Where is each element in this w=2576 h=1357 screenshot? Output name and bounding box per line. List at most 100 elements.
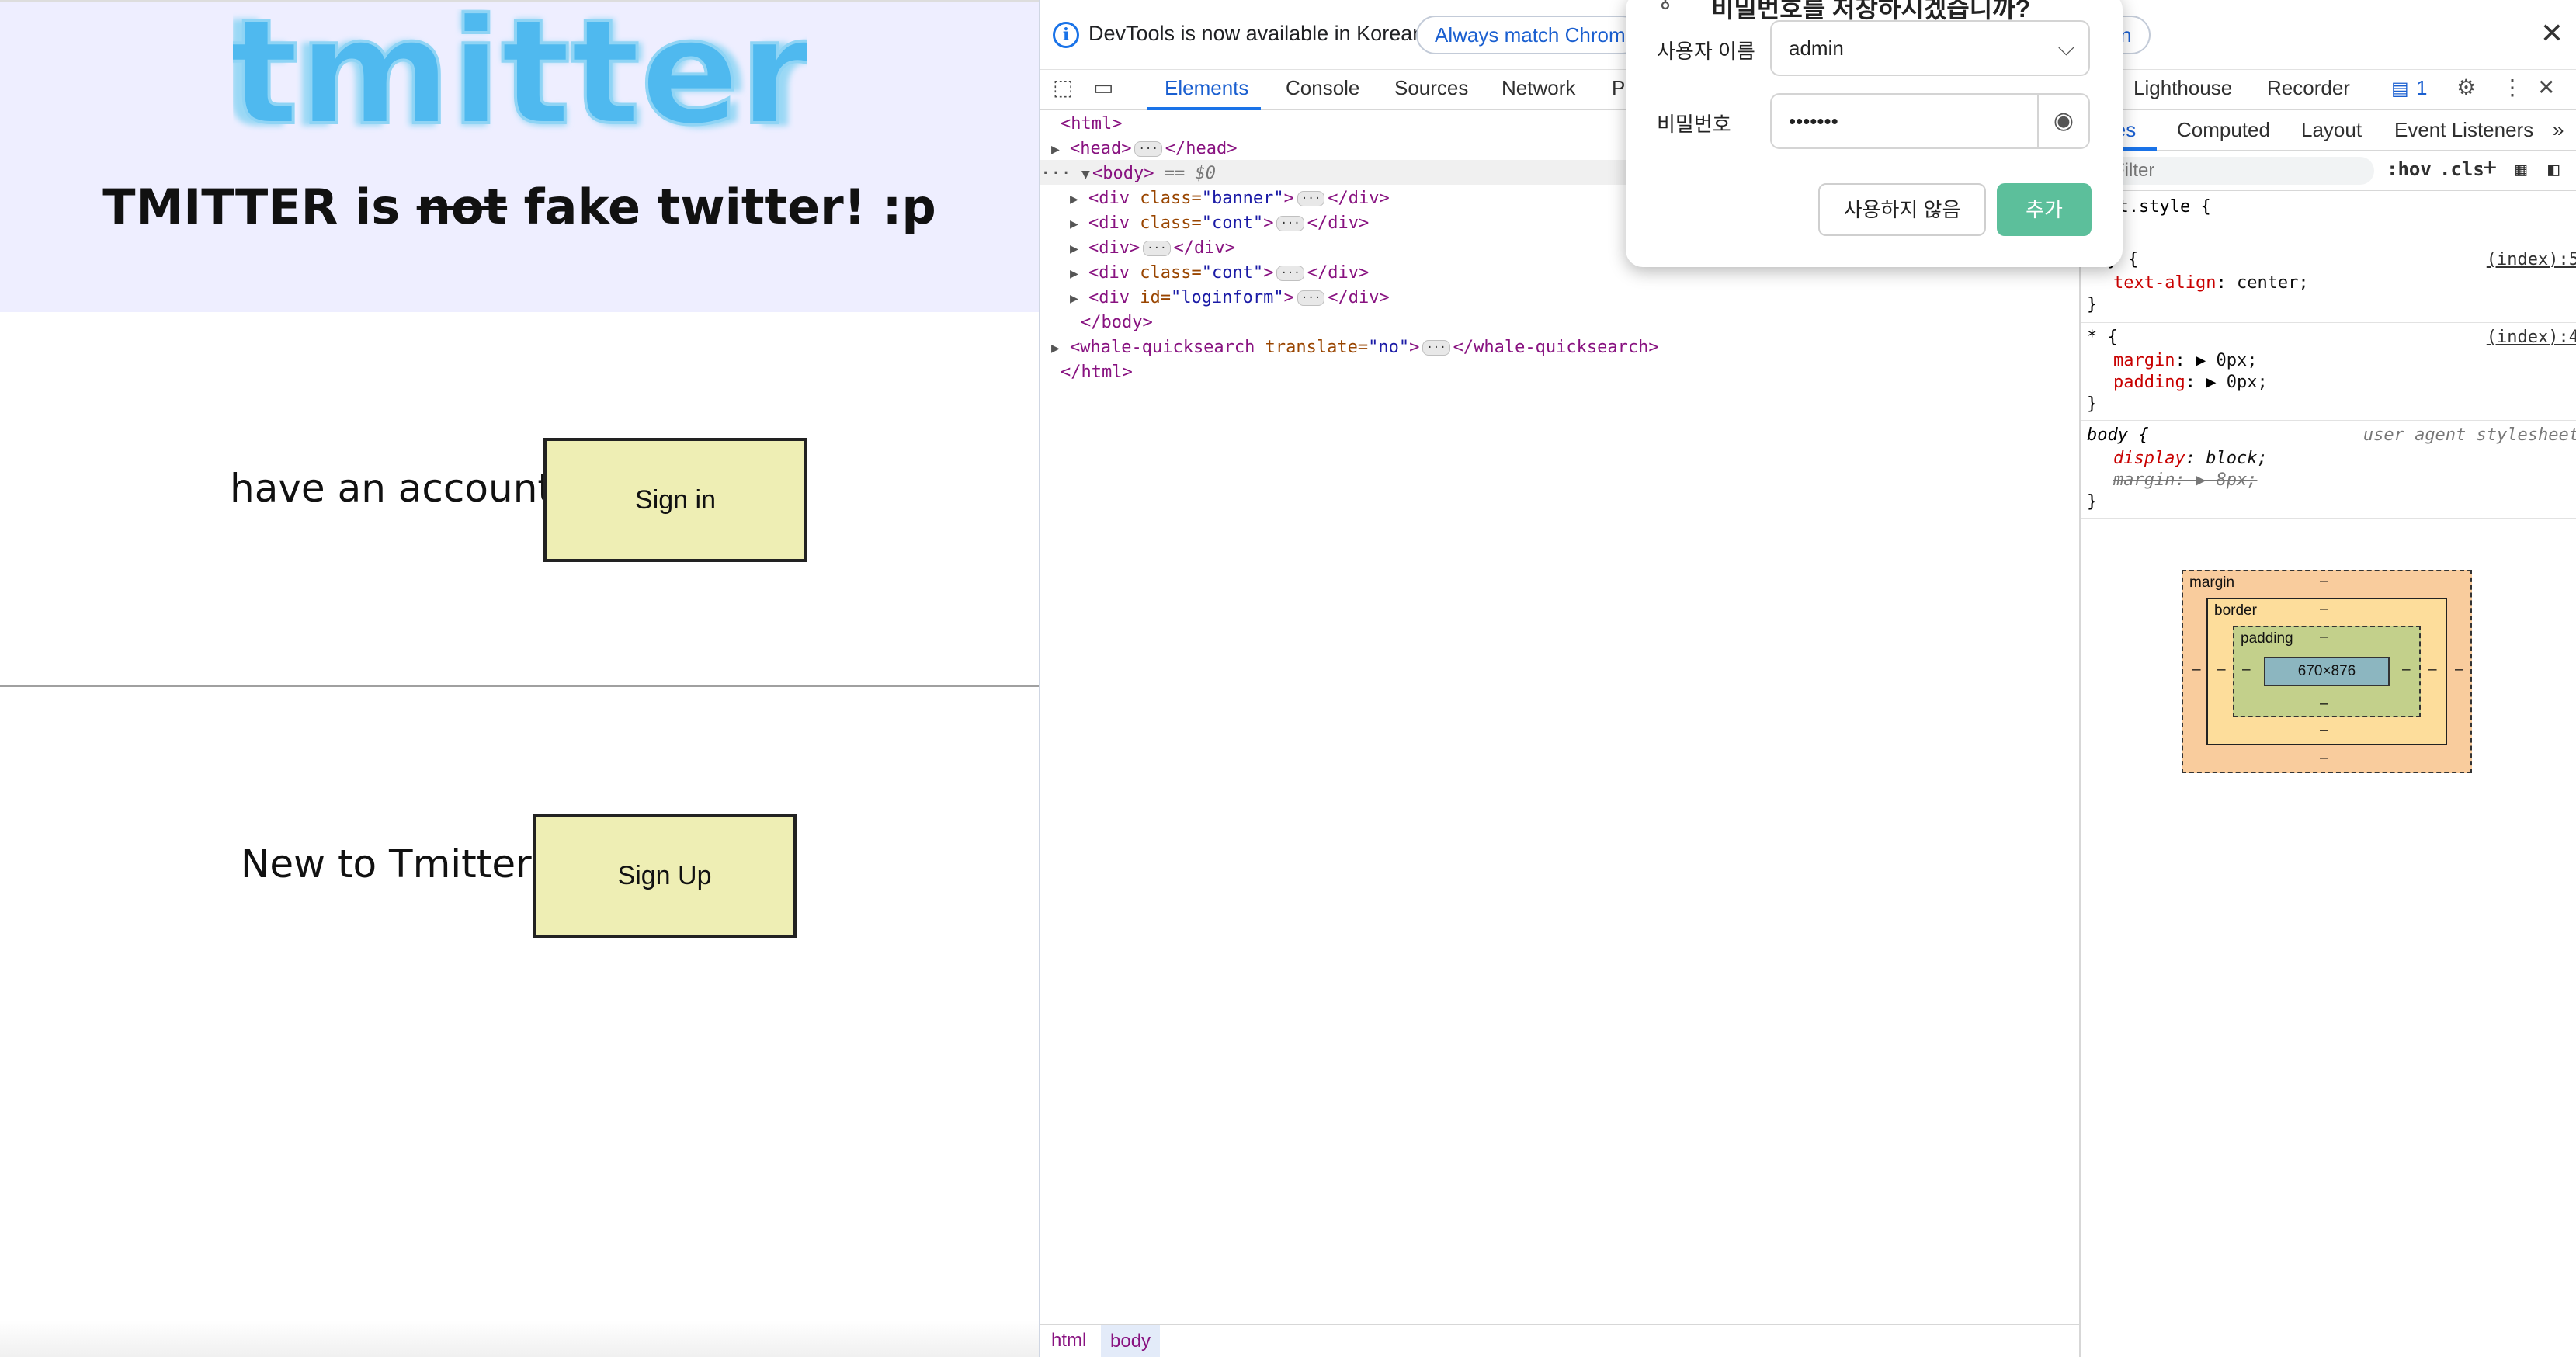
chevron-down-icon[interactable]: ⌵ [2058, 22, 2074, 75]
tab-console[interactable]: Console [1286, 76, 1359, 100]
expand-arrow-icon[interactable]: ▶ [1051, 137, 1070, 162]
username-field[interactable]: admin ⌵ [1770, 20, 2090, 76]
close-devtools-icon[interactable]: ✕ [2537, 75, 2555, 100]
css-selector[interactable]: body { [2087, 424, 2148, 447]
css-source-link[interactable]: (index):5 [2487, 248, 2576, 272]
tab-recorder[interactable]: Recorder [2267, 76, 2350, 100]
css-source-link[interactable]: (index):4 [2487, 326, 2576, 349]
issues-count[interactable]: 1 [2416, 76, 2427, 100]
css-declaration[interactable]: display: block; [2113, 447, 2268, 470]
paint-brush-icon[interactable]: ▦ [2515, 158, 2526, 180]
css-rule-universal: * { (index):4 margin: ▶ 0px; padding: ▶ … [2081, 323, 2576, 421]
inspect-element-icon[interactable]: ⬚ [1053, 75, 1073, 100]
expand-arrow-icon[interactable]: ▶ [1070, 187, 1088, 212]
device-toolbar-icon[interactable]: ▭ [1093, 75, 1113, 100]
css-source-label: user agent stylesheet [2362, 425, 2576, 445]
more-tabs-icon[interactable]: » [2553, 118, 2564, 142]
ellipsis-icon[interactable]: ··· [1297, 191, 1325, 206]
tab-sources[interactable]: Sources [1394, 76, 1468, 100]
elements-tree: <html> ▶ <head> ··· </head> ··· ▼ <body> == … [1040, 110, 2079, 1324]
dom-node-html-close[interactable]: </html> [1061, 360, 1133, 385]
toggle-sidebar-icon[interactable]: ◧ [2548, 158, 2559, 180]
dom-node-html[interactable]: <html> [1061, 112, 1122, 137]
new-rule-icon[interactable]: + [2483, 154, 2497, 181]
login-prompt: have an account? [230, 466, 574, 511]
dom-node-div-cont[interactable]: ▶ <div class="cont"> ··· </div> [1070, 211, 1369, 236]
css-declaration[interactable]: margin: ▶ 0px; [2113, 349, 2257, 373]
expand-arrow-icon[interactable]: ▶ [1070, 237, 1088, 262]
ellipsis-icon[interactable]: ··· [1276, 216, 1304, 231]
username-label: 사용자 이름 [1657, 40, 1755, 63]
dom-node-div-loginform[interactable]: ▶ <div id="loginform"> ··· </div> [1070, 286, 1390, 311]
password-label: 비밀번호 [1657, 113, 1731, 136]
tab-network[interactable]: Network [1502, 76, 1575, 100]
svg-text:tmitter: tmitter [233, 9, 807, 157]
tab-elements[interactable]: Elements [1165, 76, 1248, 100]
signup-prompt: New to Tmitter? [241, 842, 553, 887]
class-toggle[interactable]: .cls [2439, 158, 2484, 180]
box-model-content[interactable]: 670×876 [2264, 657, 2390, 686]
css-selector[interactable]: * { [2087, 326, 2118, 349]
css-rule-element-style: ent.style { [2081, 191, 2576, 245]
key-icon: ⚷ [1657, 0, 1674, 13]
box-model-diagram: margin – – – – border – – – – padding – … [2182, 570, 2472, 773]
web-page: tmitter tmitter TMITTER is not fake twit… [0, 0, 1039, 1357]
ellipsis-icon[interactable]: ··· [1134, 141, 1162, 157]
styles-pane: les Computed Layout Event Listeners » :h… [2079, 110, 2576, 1357]
dom-node-div-cont-2[interactable]: ▶ <div class="cont"> ··· </div> [1070, 261, 1369, 286]
hover-state-toggle[interactable]: :hov [2387, 158, 2432, 180]
tagline: TMITTER is not fake twitter! :p [102, 179, 936, 235]
tab-event-listeners[interactable]: Event Listeners [2394, 118, 2533, 142]
issues-icon[interactable]: ▤ [2391, 78, 2409, 100]
css-rule-body-ua: body { user agent stylesheet display: bl… [2081, 421, 2576, 519]
never-save-button[interactable]: 사용하지 않음 [1818, 183, 1986, 236]
ellipsis-icon[interactable]: ··· [1297, 290, 1325, 306]
css-declaration[interactable]: padding: ▶ 0px; [2113, 371, 2268, 394]
more-options-icon[interactable]: ⋮ [2501, 75, 2523, 100]
tab-layout[interactable]: Layout [2301, 118, 2362, 142]
add-password-button[interactable]: 추가 [1997, 183, 2092, 236]
ellipsis-icon[interactable]: ··· [1276, 266, 1304, 281]
css-declaration-overridden[interactable]: margin: ▶ 8px; [2113, 469, 2257, 492]
css-rule-body: ody { (index):5 text-align: center; } [2081, 245, 2576, 323]
breadcrumb: html body [1040, 1324, 2079, 1357]
collapse-arrow-icon[interactable]: ▼ [1081, 162, 1092, 187]
breadcrumb-body[interactable]: body [1101, 1325, 1161, 1357]
match-language-button[interactable]: Always match Chrome's language [1416, 16, 1641, 54]
expand-arrow-icon[interactable]: ▶ [1070, 212, 1088, 237]
tmitter-logo: tmitter tmitter [233, 9, 807, 157]
tagline-strike: not [416, 179, 508, 235]
dom-node-div[interactable]: ▶ <div> ··· </div> [1070, 236, 1235, 261]
dom-node-body[interactable]: ··· ▼ <body> == $0 [1040, 161, 1216, 186]
dom-node-body-close[interactable]: </body> [1081, 311, 1153, 335]
styles-filter-input[interactable] [2098, 157, 2374, 185]
dom-node-whale-quicksearch[interactable]: ▶ <whale-quicksearch translate="no"> ··· </… [1051, 335, 1659, 360]
info-text: DevTools is now available in Korean! [1088, 22, 1430, 45]
eye-icon[interactable]: ◉ [2037, 95, 2088, 148]
expand-arrow-icon[interactable]: ▶ [1070, 286, 1088, 311]
save-password-popup: ⚷ 비밀번호를 저장하시겠습니까? 사용자 이름 admin ⌵ 비밀번호 ••… [1626, 0, 2123, 267]
tab-computed[interactable]: Computed [2177, 118, 2270, 142]
css-close-brace: } [2087, 492, 2098, 512]
tab-lighthouse[interactable]: Lighthouse [2133, 76, 2232, 100]
dom-node-head[interactable]: ▶ <head> ··· </head> [1051, 137, 1238, 161]
info-icon: i [1053, 22, 1079, 48]
expand-arrow-icon[interactable]: ▶ [1051, 336, 1070, 361]
close-icon[interactable]: ✕ [2540, 17, 2564, 50]
settings-gear-icon[interactable]: ⚙ [2456, 75, 2476, 100]
expand-arrow-icon[interactable]: ▶ [1070, 262, 1088, 286]
ellipsis-icon[interactable]: ··· [1143, 241, 1171, 256]
sign-up-button[interactable]: Sign Up [533, 814, 797, 938]
ellipsis-icon[interactable]: ··· [1422, 340, 1450, 356]
dom-node-div-banner[interactable]: ▶ <div class="banner"> ··· </div> [1070, 186, 1390, 211]
css-declaration[interactable]: text-align: center; [2113, 272, 2309, 295]
divider [0, 685, 1039, 687]
css-close-brace: } [2087, 295, 2098, 314]
css-close-brace: } [2087, 394, 2098, 414]
page-bottom [0, 1320, 1039, 1357]
password-value: ••••••• [1789, 109, 1838, 133]
breadcrumb-html[interactable]: html [1042, 1330, 1095, 1352]
styles-filter-row: :hov .cls + ▦ ◧ [2081, 151, 2576, 191]
sign-in-button[interactable]: Sign in [543, 438, 807, 562]
password-field[interactable]: ••••••• ◉ [1770, 93, 2090, 149]
